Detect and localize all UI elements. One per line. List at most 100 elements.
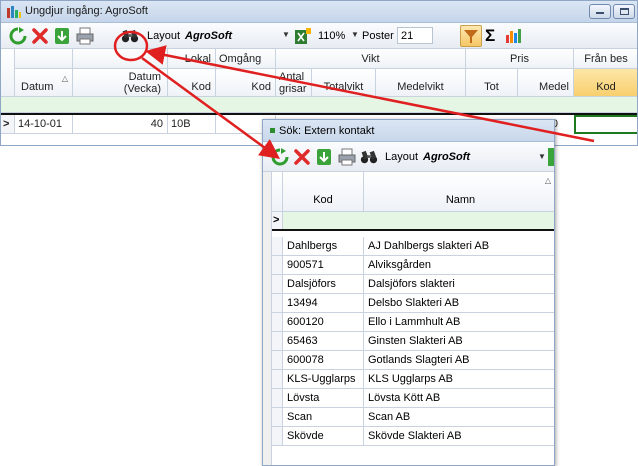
chart-icon[interactable]: [504, 27, 522, 45]
list-item-row-header: [272, 389, 283, 408]
list-item[interactable]: Dalsjöfors Dalsjöfors slakteri: [272, 275, 554, 294]
group-header-pris: Pris: [466, 49, 574, 69]
list-item-kod[interactable]: 900571: [283, 256, 364, 275]
popup-column-header-kod[interactable]: Kod: [283, 172, 364, 212]
group-header-fran-bes: Från bes: [574, 49, 637, 69]
print-icon[interactable]: [76, 27, 94, 45]
list-item-kod[interactable]: 13494: [283, 294, 364, 313]
group-header-datum: [15, 49, 73, 69]
column-header-datum-vecka[interactable]: Datum (Vecka): [73, 69, 168, 97]
column-header-tot[interactable]: Tot: [466, 69, 518, 97]
list-item-namn[interactable]: AJ Dahlbergs slakteri AB: [364, 237, 554, 256]
list-item-namn[interactable]: Ello i Lammhult AB: [364, 313, 554, 332]
list-item[interactable]: 900571 Alviksgården: [272, 256, 554, 275]
minimize-button[interactable]: [589, 4, 611, 19]
list-item[interactable]: 600120 Ello i Lammhult AB: [272, 313, 554, 332]
popup-save-down-icon[interactable]: [315, 148, 333, 166]
list-item[interactable]: Lövsta Lövsta Kött AB: [272, 389, 554, 408]
popup-delete-icon[interactable]: [293, 148, 311, 166]
list-item[interactable]: Skövde Skövde Slakteri AB: [272, 427, 554, 446]
column-header-fran-kod[interactable]: Kod: [574, 69, 637, 97]
row-header-corner: [1, 49, 15, 97]
list-item-kod[interactable]: 65463: [283, 332, 364, 351]
list-item-row-header: [272, 256, 283, 275]
cell-vecka[interactable]: 40: [73, 115, 168, 134]
column-header-totalvikt[interactable]: Totalvikt: [312, 69, 376, 97]
title-bar: Ungdjur ingång: AgroSoft: [1, 1, 637, 23]
list-item[interactable]: 13494 Delsbo Slakteri AB: [272, 294, 554, 313]
layout-dropdown-icon[interactable]: ▼: [282, 30, 290, 39]
cell-fran-kod-active[interactable]: [574, 115, 637, 134]
binoculars-icon[interactable]: [121, 27, 139, 45]
list-item-namn[interactable]: Scan AB: [364, 408, 554, 427]
popup-layout-value[interactable]: AgroSoft: [423, 151, 470, 163]
popup-new-row-indicator: >: [272, 212, 283, 229]
list-item-row-header: [272, 313, 283, 332]
list-item-kod[interactable]: Dalsjöfors: [283, 275, 364, 294]
excel-export-icon[interactable]: [294, 27, 312, 45]
popup-print-icon[interactable]: [338, 148, 356, 166]
column-header-antal-grisar[interactable]: Antal grisar: [276, 69, 312, 97]
column-header-medelvikt[interactable]: Medelvikt: [376, 69, 466, 97]
list-item-namn[interactable]: Skövde Slakteri AB: [364, 427, 554, 446]
zoom-value[interactable]: 110%: [318, 30, 345, 42]
current-row-indicator: >: [1, 115, 15, 134]
list-item-row-header: [272, 370, 283, 389]
list-item[interactable]: Scan Scan AB: [272, 408, 554, 427]
filter-icon: [464, 30, 478, 43]
list-item-kod[interactable]: Lövsta: [283, 389, 364, 408]
save-down-icon[interactable]: [53, 27, 71, 45]
popup-excel-icon[interactable]: [548, 148, 554, 166]
column-header-datum[interactable]: Datum △: [15, 69, 73, 97]
list-item[interactable]: Dahlbergs AJ Dahlbergs slakteri AB: [272, 237, 554, 256]
list-item-kod[interactable]: KLS-Ugglarps: [283, 370, 364, 389]
list-item-namn[interactable]: Ginsten Slakteri AB: [364, 332, 554, 351]
list-item-row-header: [272, 408, 283, 427]
sum-icon[interactable]: Σ: [485, 26, 495, 46]
main-toolbar: Layout AgroSoft ▼ 110% ▼ Poster 21 Σ: [1, 23, 637, 49]
list-item[interactable]: KLS-Ugglarps KLS Ugglarps AB: [272, 370, 554, 389]
list-item-namn[interactable]: Lövsta Kött AB: [364, 389, 554, 408]
list-item-kod[interactable]: 600078: [283, 351, 364, 370]
list-item[interactable]: 600078 Gotlands Slagteri AB: [272, 351, 554, 370]
column-header-medel[interactable]: Medel: [518, 69, 574, 97]
list-item-row-header: [272, 427, 283, 446]
list-item-kod[interactable]: Dahlbergs: [283, 237, 364, 256]
popup-layout-dropdown-icon[interactable]: ▼: [538, 152, 546, 161]
list-item-kod[interactable]: Skövde: [283, 427, 364, 446]
popup-row-header-corner: [272, 172, 283, 212]
list-item-namn[interactable]: Delsbo Slakteri AB: [364, 294, 554, 313]
list-item-kod[interactable]: 600120: [283, 313, 364, 332]
list-item-namn[interactable]: Dalsjöfors slakteri: [364, 275, 554, 294]
column-header-omgang-kod[interactable]: Kod: [216, 69, 276, 97]
list-item[interactable]: 65463 Ginsten Slakteri AB: [272, 332, 554, 351]
popup-toolbar: Layout AgroSoft ▼: [263, 142, 554, 172]
popup-column-header-namn-label: Namn: [445, 194, 476, 206]
list-item-namn[interactable]: Gotlands Slagteri AB: [364, 351, 554, 370]
layout-value[interactable]: AgroSoft: [185, 30, 232, 42]
poster-label: Poster: [362, 30, 394, 42]
group-header-omgang: Omgång: [216, 49, 276, 69]
list-item-row-header: [272, 294, 283, 313]
popup-refresh-icon[interactable]: [271, 148, 289, 166]
filter-row[interactable]: [1, 97, 637, 113]
delete-icon[interactable]: [31, 27, 49, 45]
group-header-vikt: Vikt: [276, 49, 466, 69]
popup-title-bar: Sök: Extern kontakt: [263, 120, 554, 142]
refresh-icon[interactable]: [9, 27, 27, 45]
list-item-kod[interactable]: Scan: [283, 408, 364, 427]
popup-column-header-namn[interactable]: Namn △: [364, 172, 554, 212]
filter-button[interactable]: [460, 25, 482, 47]
group-header-lokal: Lokal: [168, 49, 216, 69]
search-popup-window: Sök: Extern kontakt Layout AgroSoft ▼ Ko…: [262, 119, 555, 466]
cell-datum[interactable]: 14-10-01: [15, 115, 73, 134]
zoom-dropdown-icon[interactable]: ▼: [351, 30, 359, 39]
list-item-namn[interactable]: Alviksgården: [364, 256, 554, 275]
cell-lokal-kod[interactable]: 10B: [168, 115, 216, 134]
popup-filter-row[interactable]: [283, 212, 554, 229]
maximize-button[interactable]: [613, 4, 635, 19]
popup-binoculars-icon[interactable]: [360, 148, 378, 166]
column-header-lokal-kod[interactable]: Kod: [168, 69, 216, 97]
list-item-row-header: [272, 351, 283, 370]
list-item-namn[interactable]: KLS Ugglarps AB: [364, 370, 554, 389]
